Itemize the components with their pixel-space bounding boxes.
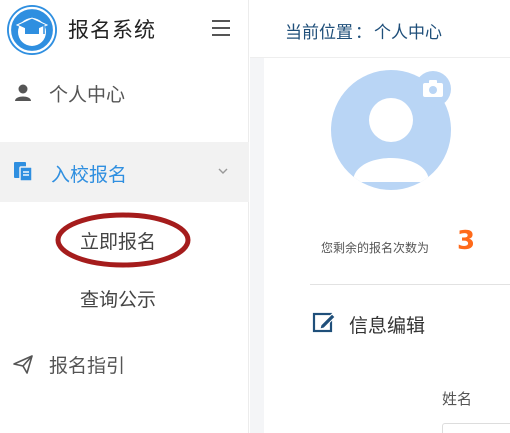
sidebar-item-label: 入校报名 xyxy=(51,164,128,186)
name-field[interactable] xyxy=(442,423,510,433)
header: 当前位置：个人中心 xyxy=(250,0,510,58)
content-gutter xyxy=(250,58,264,433)
submenu-item-label: 立即报名 xyxy=(80,231,157,253)
graduation-cap-logo-icon xyxy=(7,5,57,55)
remaining-times-label: 您剩余的报名次数为 xyxy=(321,241,430,255)
section-title: 信息编辑 xyxy=(349,315,426,337)
camera-icon[interactable] xyxy=(415,71,451,107)
sidebar-item-school-registration[interactable]: 入校报名 xyxy=(0,142,249,202)
user-icon xyxy=(15,84,31,101)
breadcrumb-prefix: 当前位置 xyxy=(285,23,353,43)
breadcrumb: 当前位置：个人中心 xyxy=(285,18,442,43)
app-title: 报名系统 xyxy=(68,18,156,42)
submenu-item-label: 查询公示 xyxy=(80,289,157,311)
edit-icon xyxy=(312,312,336,333)
divider xyxy=(310,284,510,285)
document-copy-icon xyxy=(14,162,33,182)
sidebar-item-registration-guide[interactable]: 报名指引 xyxy=(0,335,249,393)
main-content: 您剩余的报名次数为 3 信息编辑 姓名 xyxy=(264,58,510,433)
paper-plane-icon xyxy=(13,355,33,374)
remaining-times-count: 3 xyxy=(457,226,476,256)
menu-toggle-icon[interactable] xyxy=(209,15,235,41)
sidebar: 报名系统 个人中心 入校报名 立即报名 查询公示 报名指引 xyxy=(0,0,249,433)
submenu-item-apply-now[interactable]: 立即报名 xyxy=(0,216,249,262)
sidebar-item-label: 个人中心 xyxy=(49,84,126,106)
sidebar-item-personal-center[interactable]: 个人中心 xyxy=(0,64,249,122)
name-label: 姓名 xyxy=(442,390,473,408)
breadcrumb-separator: ： xyxy=(355,23,372,43)
brand: 报名系统 xyxy=(0,0,249,58)
submenu-item-query-public[interactable]: 查询公示 xyxy=(0,274,249,320)
breadcrumb-current: 个人中心 xyxy=(374,23,442,43)
sidebar-item-label: 报名指引 xyxy=(49,355,126,377)
chevron-down-icon xyxy=(218,168,228,174)
